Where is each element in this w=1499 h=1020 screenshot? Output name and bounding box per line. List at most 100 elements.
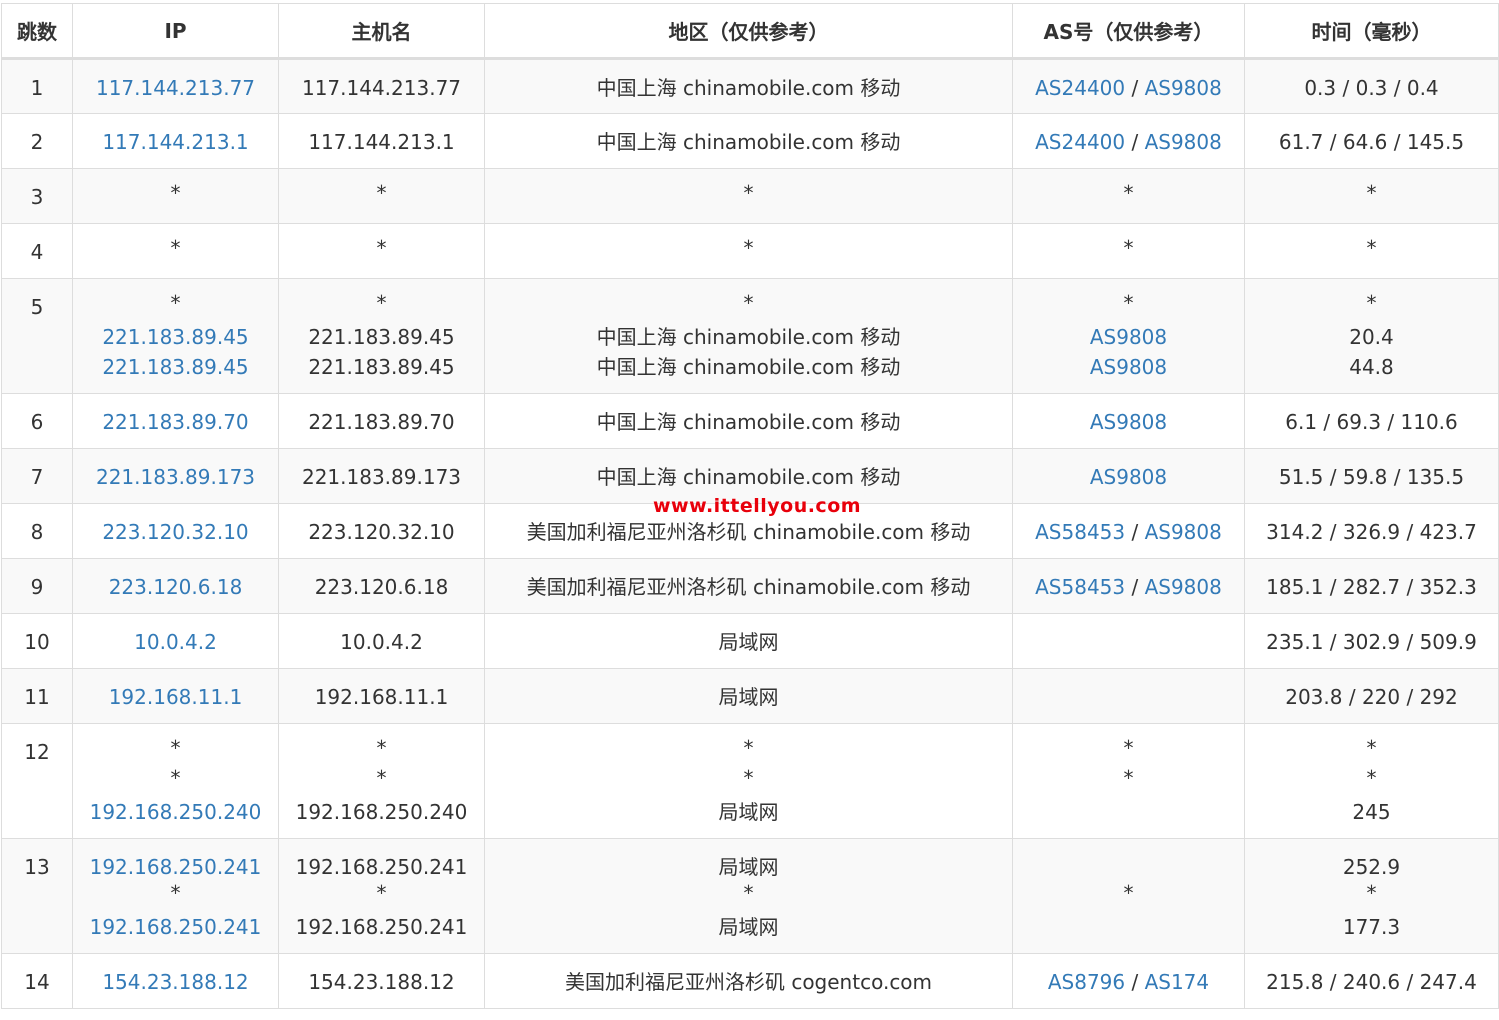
table-row: 4 * * * * * <box>1 223 1499 279</box>
hostname-cell: 223.120.6.18 <box>278 558 485 614</box>
time-text: 20.4 <box>1349 325 1394 349</box>
time-cell: 51.5 / 59.8 / 135.5 <box>1244 448 1499 504</box>
header-hop: 跳数 <box>1 3 73 60</box>
hostname-cell: * <box>278 168 485 224</box>
time-text: * <box>1366 736 1377 760</box>
time-cell: * * 245 <box>1244 723 1499 839</box>
time-text: * <box>1366 766 1377 790</box>
hop-cell: 1 <box>1 58 73 114</box>
region-text: 中国上海 chinamobile.com 移动 <box>596 130 901 154</box>
as-cell: AS9808 <box>1012 448 1245 504</box>
time-text: 51.5 / 59.8 / 135.5 <box>1278 465 1465 489</box>
as-cell: AS58453 / AS9808 <box>1012 503 1245 559</box>
ip-link[interactable]: 221.183.89.70 <box>73 407 278 437</box>
table-row: 10 10.0.4.2 10.0.4.2 局域网 235.1 / 302.9 / 50… <box>1 613 1499 669</box>
as-cell: * <box>1012 838 1245 954</box>
hostname-text: 117.144.213.77 <box>301 76 462 100</box>
ip-link[interactable]: 221.183.89.45 <box>73 322 278 352</box>
region-cell: 局域网 <box>484 613 1013 669</box>
as-line: AS24400 / AS9808 <box>1013 127 1244 157</box>
time-text: * <box>1366 181 1377 205</box>
hop-number: 2 <box>30 130 44 154</box>
ip-cell: 154.23.188.12 <box>72 953 279 1009</box>
as-number-link[interactable]: AS24400 <box>1035 76 1125 100</box>
as-separator: / <box>1125 130 1145 154</box>
hostname-text: 10.0.4.2 <box>340 630 423 654</box>
table-row: 11 192.168.11.1 192.168.11.1 局域网 203.8 / 22… <box>1 668 1499 724</box>
as-line: * <box>1013 882 1244 904</box>
as-number-link[interactable]: AS8796 <box>1048 970 1125 994</box>
hop-number: 5 <box>30 295 44 319</box>
ip-cell: * <box>72 223 279 279</box>
as-number-link[interactable]: AS9808 <box>1090 465 1167 489</box>
table-row: 3 * * * * * <box>1 168 1499 224</box>
table-row: 13 192.168.250.241 * 192.168.250.241 192.168… <box>1 838 1499 954</box>
hostname-text: 192.168.250.240 <box>295 800 468 824</box>
as-number-link[interactable]: AS58453 <box>1035 575 1125 599</box>
ip-link[interactable]: 192.168.11.1 <box>73 682 278 712</box>
ip-link[interactable]: 223.120.32.10 <box>73 517 278 547</box>
hostname-cell: 221.183.89.173 <box>278 448 485 504</box>
as-number-link[interactable]: AS9808 <box>1145 520 1222 544</box>
ip-link[interactable]: 223.120.6.18 <box>73 572 278 602</box>
ip-link[interactable]: 117.144.213.1 <box>73 127 278 157</box>
hop-cell: 5 <box>1 278 73 394</box>
table-row: 14 154.23.188.12 154.23.188.12 美国加利福尼亚州洛杉矶 … <box>1 953 1499 1009</box>
ip-link[interactable]: 192.168.250.241 <box>73 852 278 882</box>
ip-link[interactable]: 154.23.188.12 <box>73 967 278 997</box>
hostname-text: * <box>376 291 387 315</box>
region-cell: 中国上海 chinamobile.com 移动 <box>484 58 1013 114</box>
as-line: * <box>1013 292 1244 314</box>
time-cell: * 20.4 44.8 <box>1244 278 1499 394</box>
as-number-link[interactable]: AS9808 <box>1090 325 1167 349</box>
as-number-link[interactable]: AS24400 <box>1035 130 1125 154</box>
time-text: 177.3 <box>1342 915 1401 939</box>
hostname-text: * <box>376 736 387 760</box>
as-number-link[interactable]: AS174 <box>1145 970 1210 994</box>
time-cell: * <box>1244 168 1499 224</box>
ip-link[interactable]: 221.183.89.45 <box>73 352 278 382</box>
hostname-text: 192.168.250.241 <box>295 855 468 879</box>
ip-link[interactable]: 192.168.250.240 <box>73 797 278 827</box>
region-cell: * <box>484 168 1013 224</box>
region-cell: 中国上海 chinamobile.com 移动 <box>484 113 1013 169</box>
time-text: 185.1 / 282.7 / 352.3 <box>1266 575 1477 599</box>
as-cell: AS24400 / AS9808 <box>1012 58 1245 114</box>
time-cell: * <box>1244 223 1499 279</box>
as-number-link[interactable]: AS9808 <box>1145 575 1222 599</box>
as-cell: AS9808 <box>1012 393 1245 449</box>
time-text: 0.3 / 0.3 / 0.4 <box>1304 76 1439 100</box>
region-cell: 中国上海 chinamobile.com 移动 <box>484 393 1013 449</box>
header-ip: IP <box>72 3 279 60</box>
as-line: * <box>1013 767 1244 789</box>
as-line: * <box>1013 737 1244 759</box>
ip-link[interactable]: 221.183.89.173 <box>73 462 278 492</box>
ip-link[interactable]: 117.144.213.77 <box>73 73 278 103</box>
ip-link[interactable]: 192.168.250.241 <box>73 912 278 942</box>
as-cell <box>1012 613 1245 669</box>
as-number-link[interactable]: AS9808 <box>1090 355 1167 379</box>
ip-link[interactable]: 10.0.4.2 <box>73 627 278 657</box>
as-line <box>1013 797 1244 827</box>
as-number-link[interactable]: AS58453 <box>1035 520 1125 544</box>
header-time: 时间（毫秒） <box>1244 3 1499 60</box>
as-number-link[interactable]: AS9808 <box>1145 130 1222 154</box>
as-cell: AS24400 / AS9808 <box>1012 113 1245 169</box>
ip-cell: * <box>72 168 279 224</box>
hop-number: 7 <box>30 465 44 489</box>
hostname-text: 221.183.89.45 <box>308 355 455 379</box>
hostname-cell: 10.0.4.2 <box>278 613 485 669</box>
as-number-link[interactable]: AS9808 <box>1090 410 1167 434</box>
hop-number: 6 <box>30 410 44 434</box>
region-text: 中国上海 chinamobile.com 移动 <box>596 465 901 489</box>
time-text: 245 <box>1352 800 1391 824</box>
hop-number: 13 <box>24 855 50 879</box>
hostname-text: 221.183.89.70 <box>308 410 455 434</box>
as-line <box>1013 912 1244 942</box>
region-text: * <box>743 236 754 260</box>
hostname-cell: 117.144.213.77 <box>278 58 485 114</box>
ip-cell: 192.168.250.241 * 192.168.250.241 <box>72 838 279 954</box>
as-number-link[interactable]: AS9808 <box>1145 76 1222 100</box>
as-separator: / <box>1125 970 1145 994</box>
region-cell: 局域网 <box>484 668 1013 724</box>
